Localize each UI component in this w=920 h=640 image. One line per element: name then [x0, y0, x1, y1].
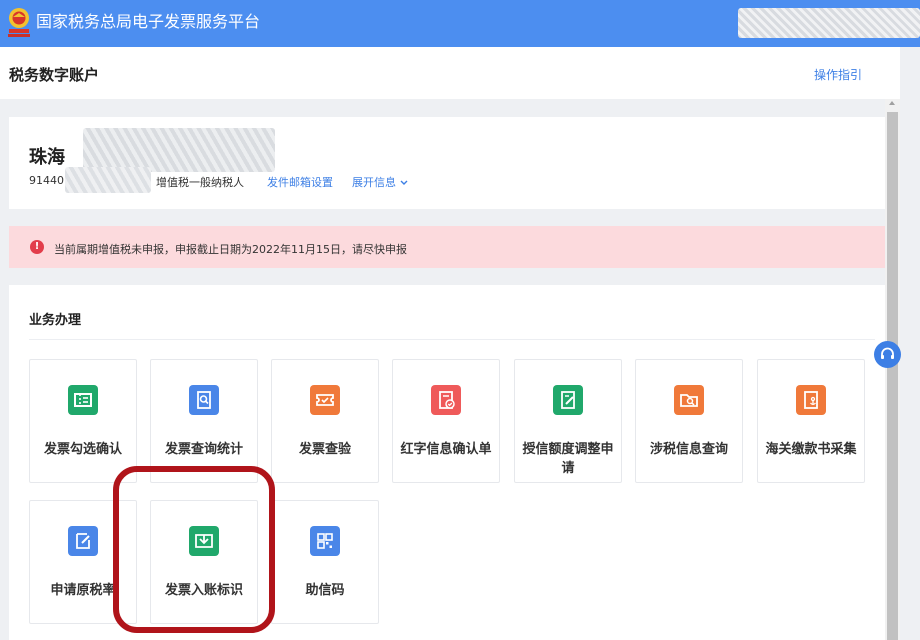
tile-label: 海关缴款书采集 [765, 442, 857, 457]
right-rail [900, 47, 920, 640]
tile-invoice-verify[interactable]: 发票查验 [271, 359, 379, 483]
red-doc-check-icon [431, 385, 461, 415]
expand-info-label: 展开信息 [352, 176, 396, 189]
divider [29, 339, 875, 340]
top-bar: 国家税务总局电子发票服务平台 [0, 0, 920, 47]
mail-setting-link[interactable]: 发件邮箱设置 [267, 174, 333, 190]
page-title: 税务数字账户 [9, 66, 100, 84]
expand-info-link[interactable]: 展开信息 [352, 174, 408, 190]
ticket-icon [68, 385, 98, 415]
tile-credit-adjust[interactable]: 授信额度调整申请 [514, 359, 622, 483]
tile-invoice-selection[interactable]: 发票勾选确认 [29, 359, 137, 483]
headset-icon[interactable] [874, 341, 901, 368]
tile-label: 助信码 [305, 583, 345, 598]
declaration-alert: ! 当前属期增值税未申报，申报截止日期为2022年11月15日，请尽快申报 [9, 226, 885, 268]
alert-message: 当前属期增值税未申报，申报截止日期为2022年11月15日，请尽快申报 [54, 243, 407, 256]
company-name: 珠海 [29, 147, 65, 168]
section-title: 业务办理 [29, 313, 82, 328]
tile-label: 发票查验 [298, 442, 351, 457]
chevron-down-icon [400, 175, 408, 188]
tax-id-redaction [65, 167, 151, 193]
folder-search-icon [674, 385, 704, 415]
tile-customs-payment[interactable]: 海关缴款书采集 [757, 359, 865, 483]
tile-label: 发票查询统计 [164, 442, 243, 457]
anchor-doc-icon [796, 385, 826, 415]
pencil-doc-icon [68, 526, 98, 556]
edit-doc-icon [553, 385, 583, 415]
tax-id: 91440 [29, 174, 64, 187]
taxpayer-type: 增值税一般纳税人 [156, 176, 244, 189]
tile-assist-code[interactable]: 助信码 [271, 500, 379, 624]
scrollbar-thumb[interactable] [887, 112, 898, 640]
tile-red-info-confirm[interactable]: 红字信息确认单 [392, 359, 500, 483]
ticket-check-icon [310, 385, 340, 415]
doc-search-icon [189, 385, 219, 415]
tile-label: 涉税信息查询 [649, 442, 728, 457]
qr-code-icon [310, 526, 340, 556]
company-name-redaction [83, 128, 275, 172]
highlight-annotation [113, 466, 275, 633]
page-header: 税务数字账户 操作指引 [0, 47, 900, 99]
guide-link[interactable]: 操作指引 [814, 66, 862, 83]
tile-invoice-query[interactable]: 发票查询统计 [150, 359, 258, 483]
account-info-card: 珠海 91440 增值税一般纳税人 发件邮箱设置 展开信息 [9, 117, 885, 209]
tile-label: 授信额度调整申请 [522, 442, 614, 476]
exclamation-icon: ! [30, 240, 44, 254]
tax-emblem-icon [4, 5, 34, 39]
tile-label: 红字信息确认单 [400, 442, 492, 457]
tile-tax-info-query[interactable]: 涉税信息查询 [635, 359, 743, 483]
scroll-up-arrow-icon[interactable] [889, 101, 895, 105]
tile-label: 发票勾选确认 [43, 442, 122, 457]
platform-title: 国家税务总局电子发票服务平台 [36, 12, 261, 31]
user-account-menu[interactable] [738, 8, 920, 38]
